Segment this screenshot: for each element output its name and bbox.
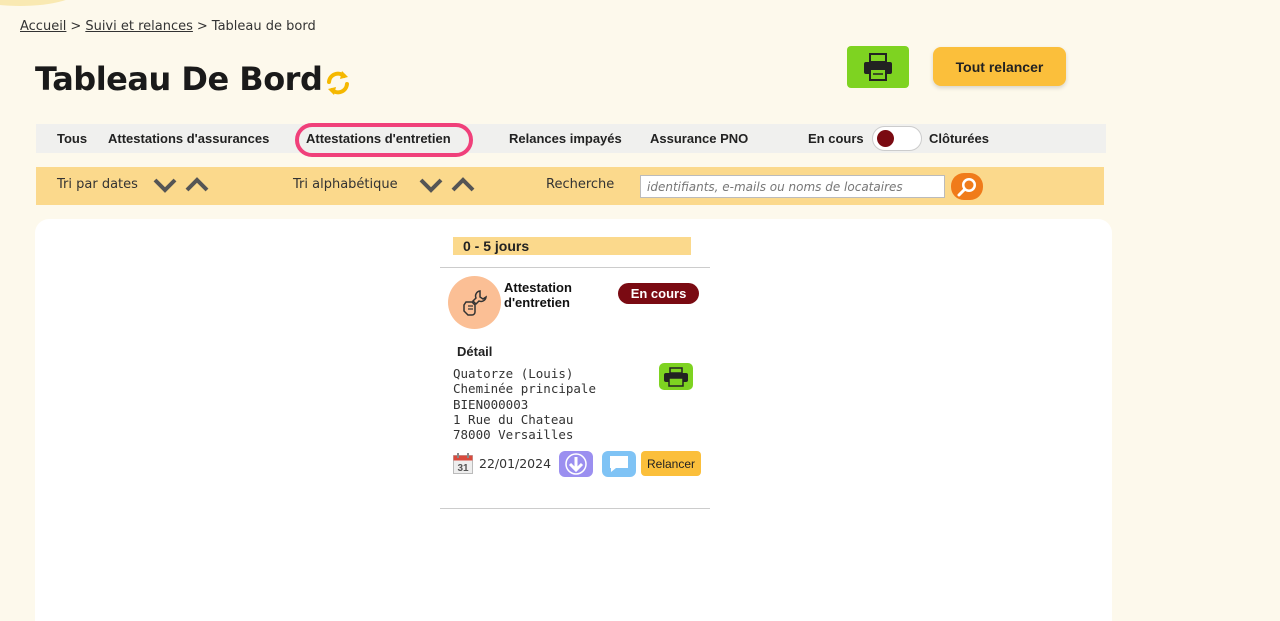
maintenance-avatar <box>448 276 501 329</box>
chevron-down-icon[interactable] <box>151 175 179 195</box>
print-button[interactable] <box>847 46 909 88</box>
chevron-up-icon[interactable] <box>183 175 211 195</box>
breadcrumb-home[interactable]: Accueil <box>20 19 66 34</box>
tab-assurance-pno[interactable]: Assurance PNO <box>650 131 748 146</box>
status-toggle[interactable] <box>872 126 922 151</box>
breadcrumb: Accueil > Suivi et relances > Tableau de bor… <box>20 19 316 34</box>
group-header: 0 - 5 jours <box>453 237 691 255</box>
chevron-down-icon[interactable] <box>417 175 445 195</box>
decorative-blob <box>0 0 80 6</box>
detail-equipment: Cheminée principale <box>453 381 596 397</box>
detail-lines: Quatorze (Louis) Cheminée principale BIE… <box>453 366 596 442</box>
search-input[interactable] <box>640 175 945 198</box>
breadcrumb-section[interactable]: Suivi et relances <box>85 19 193 34</box>
toggle-knob <box>877 130 894 147</box>
download-arrow-icon <box>565 453 587 475</box>
print-card-button[interactable] <box>659 363 693 390</box>
tab-attestations-assurances[interactable]: Attestations d'assurances <box>108 131 269 146</box>
tab-relances-impayes[interactable]: Relances impayés <box>509 131 622 146</box>
search-label: Recherche <box>546 177 615 192</box>
toggle-label-cloturees: Clôturées <box>929 131 989 146</box>
divider <box>440 267 710 268</box>
tab-tous[interactable]: Tous <box>57 131 87 146</box>
relance-button[interactable]: Relancer <box>641 451 701 476</box>
detail-tenant: Quatorze (Louis) <box>453 366 574 381</box>
toggle-label-en-cours: En cours <box>808 131 864 146</box>
detail-address: 1 Rue du Chateau <box>453 411 574 427</box>
search-icon <box>957 177 976 196</box>
detail-city: 78000 Versailles <box>453 427 574 443</box>
detail-property-id: BIEN000003 <box>453 396 529 412</box>
calendar-icon: 31 <box>453 453 473 474</box>
calendar-day: 31 <box>457 463 469 474</box>
chat-bubble-icon <box>610 456 628 472</box>
card-title: Attestation d'entretien <box>504 280 572 310</box>
filter-bar: Tous Attestations d'assurances Attestati… <box>36 124 1106 153</box>
active-tab-highlight <box>295 123 473 157</box>
message-button[interactable] <box>602 451 636 477</box>
divider <box>440 508 710 509</box>
chevron-up-icon[interactable] <box>449 175 477 195</box>
sort-by-date-label: Tri par dates <box>57 177 138 192</box>
wrench-hand-icon <box>462 289 487 316</box>
search-button[interactable] <box>951 173 983 200</box>
breadcrumb-separator: > <box>70 19 82 34</box>
sort-alpha-label: Tri alphabétique <box>293 177 398 192</box>
breadcrumb-current: Tableau de bord <box>211 19 316 34</box>
detail-label: Détail <box>457 344 493 359</box>
refresh-icon[interactable] <box>323 68 353 98</box>
page-title: Tableau De Bord <box>35 60 323 98</box>
card-date: 22/01/2024 <box>479 456 552 471</box>
relaunch-all-button[interactable]: Tout relancer <box>933 47 1066 86</box>
printer-icon <box>664 366 688 387</box>
breadcrumb-separator: > <box>196 19 208 34</box>
download-button[interactable] <box>559 451 593 477</box>
status-badge: En cours <box>618 283 699 304</box>
printer-icon <box>864 53 892 81</box>
